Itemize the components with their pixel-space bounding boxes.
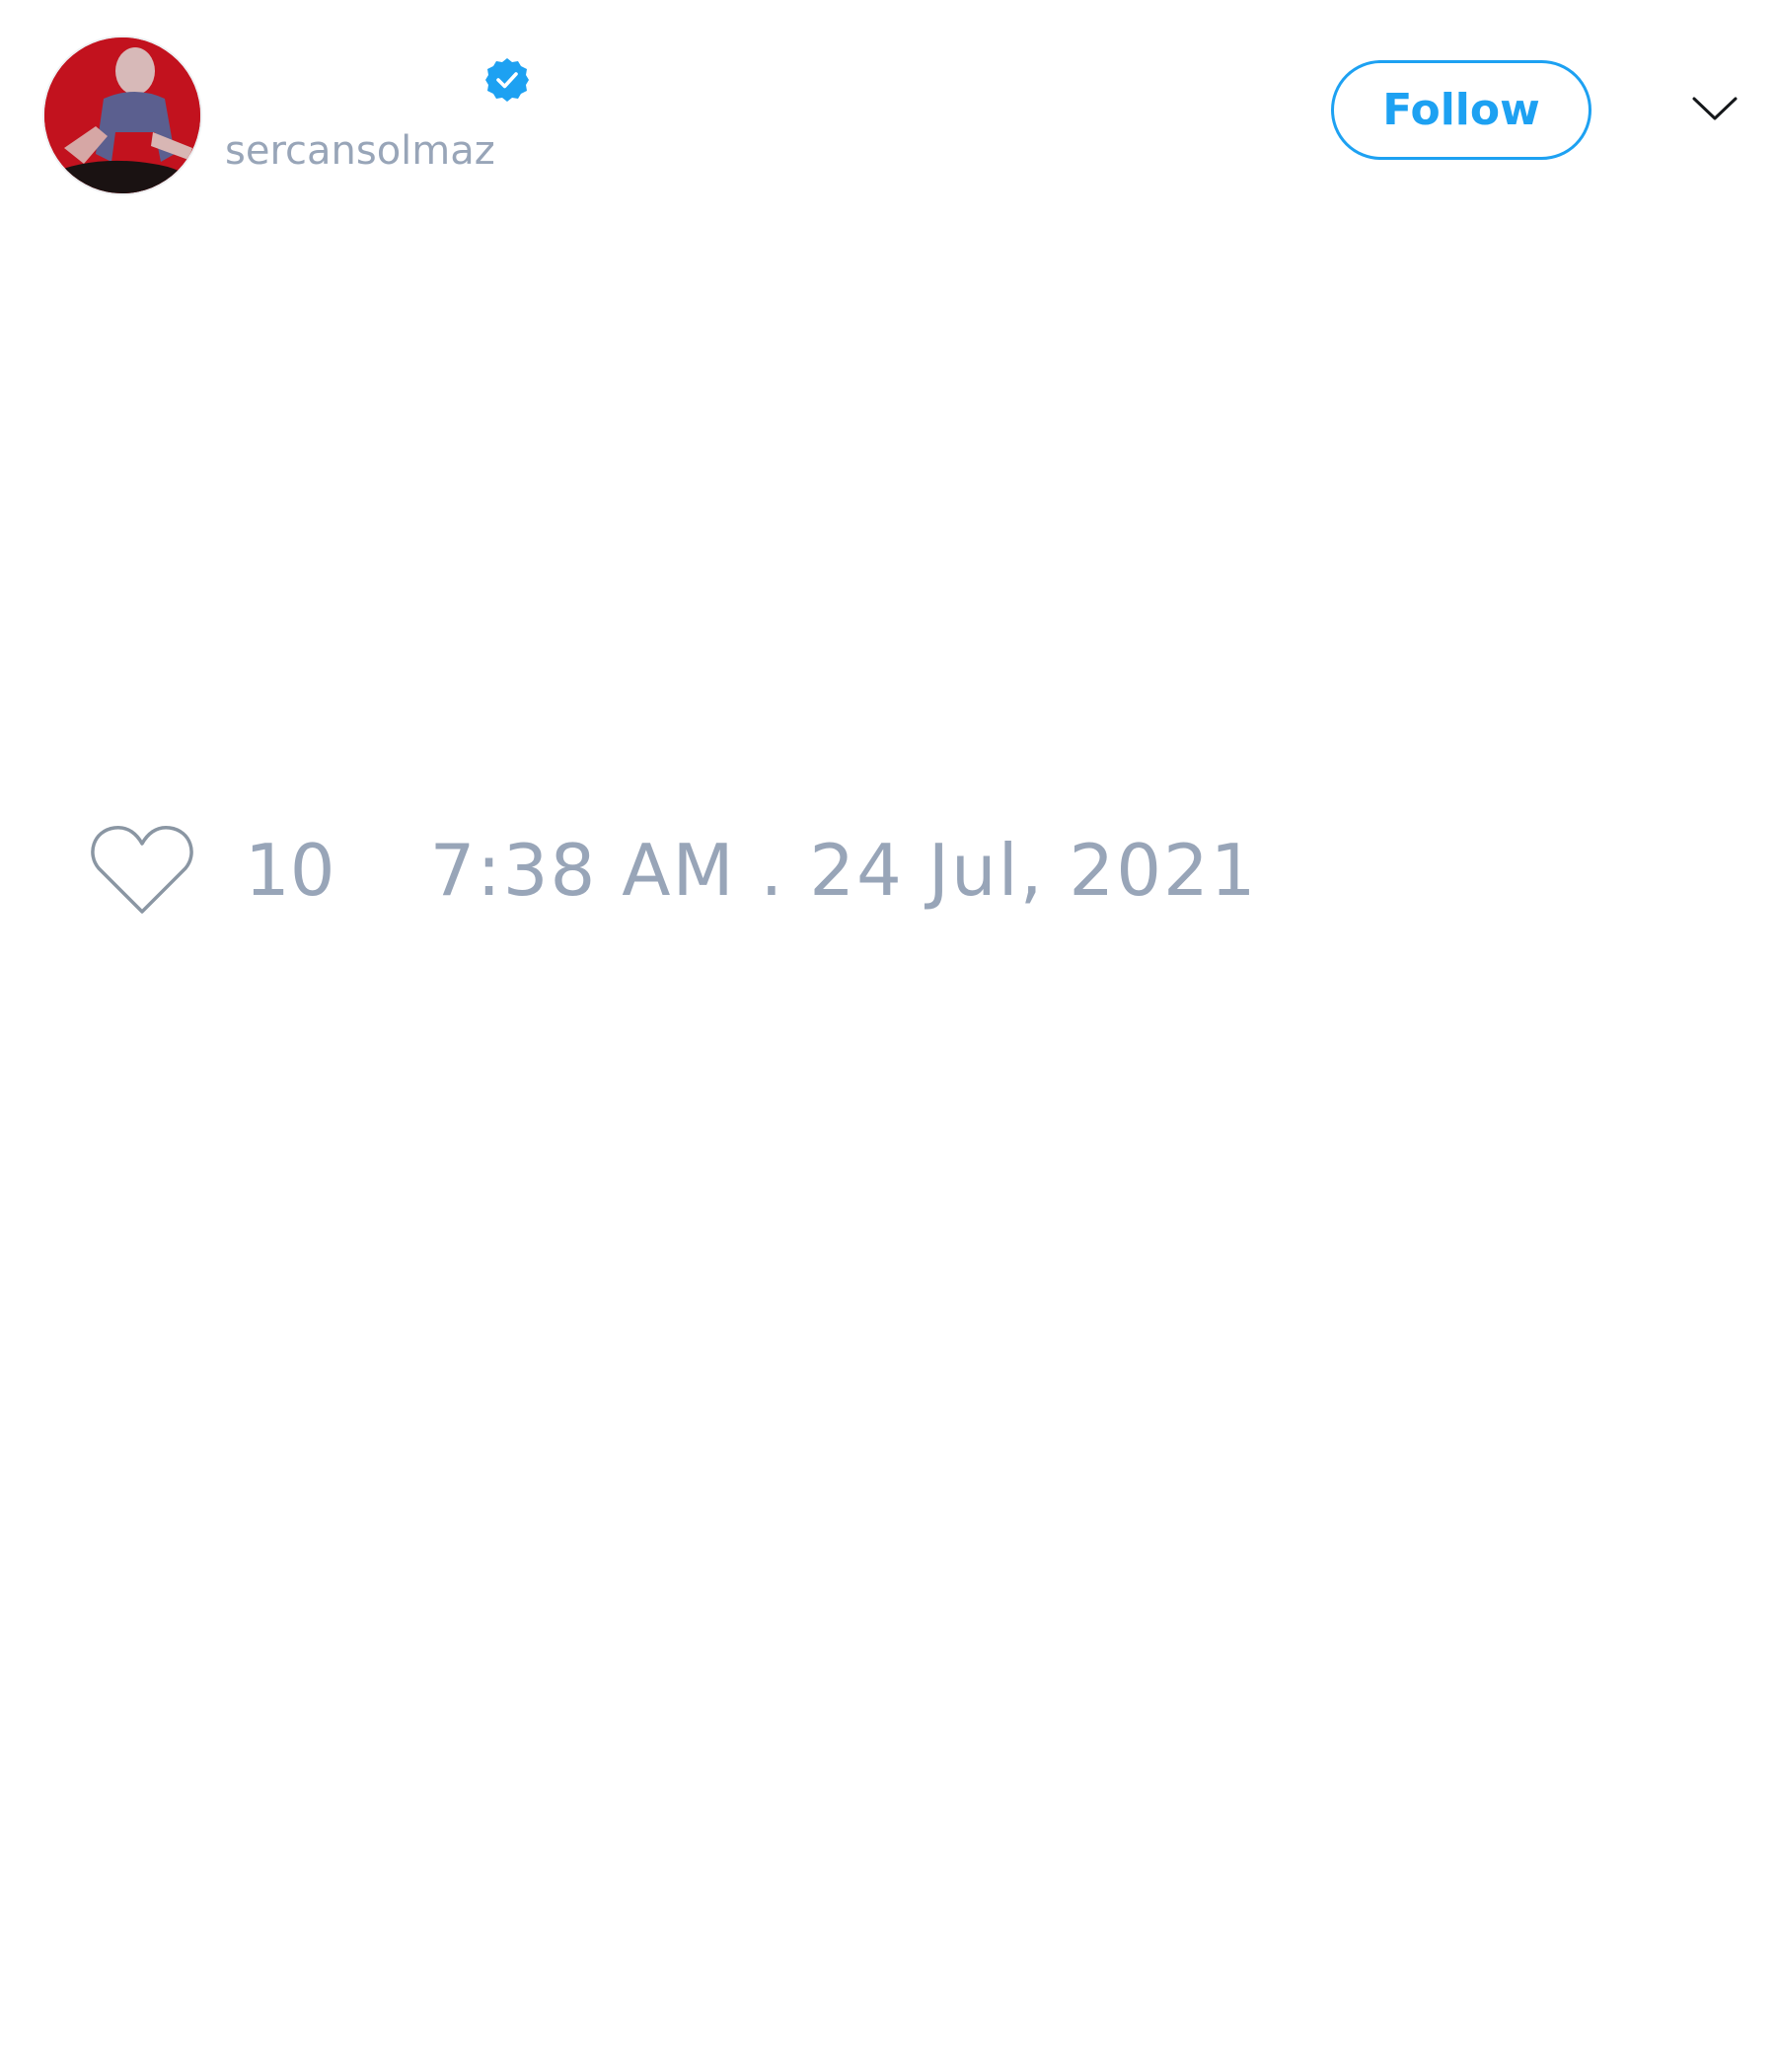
verified-badge-icon bbox=[485, 58, 529, 102]
user-handle[interactable]: sercansolmaz bbox=[225, 126, 495, 176]
timestamp[interactable]: 7:38 AM . 24 Jul, 2021 bbox=[430, 821, 1258, 920]
tweet-embed: sercansolmaz Follow 10 7:38 AM . 24 Jul,… bbox=[0, 0, 1776, 2072]
tweet-actions: 10 7:38 AM . 24 Jul, 2021 bbox=[89, 821, 1258, 920]
avatar[interactable] bbox=[44, 37, 200, 193]
avatar-image bbox=[44, 37, 200, 193]
follow-button[interactable]: Follow bbox=[1331, 60, 1591, 160]
chevron-down-icon[interactable] bbox=[1691, 89, 1739, 128]
like-count: 10 bbox=[245, 829, 335, 912]
heart-icon[interactable] bbox=[89, 823, 195, 918]
